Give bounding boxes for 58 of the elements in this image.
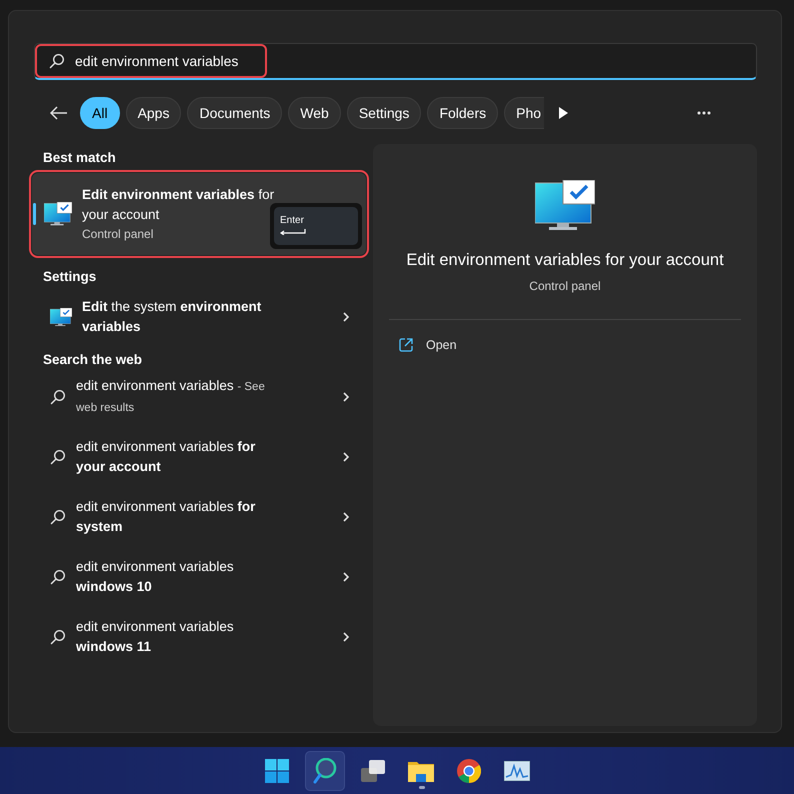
web-result[interactable]: edit environment variables windows 10 (34, 547, 364, 607)
open-action[interactable]: Open (399, 334, 457, 356)
open-external-icon (399, 338, 413, 352)
chevron-right-icon (342, 511, 350, 523)
play-icon[interactable] (558, 107, 568, 119)
more-icon[interactable] (697, 111, 711, 115)
windows-logo-icon (265, 758, 289, 782)
search-input[interactable]: edit environment variables (75, 53, 756, 69)
overlapping-windows-icon (361, 760, 385, 782)
running-indicator (419, 786, 425, 788)
taskbar-button[interactable] (305, 750, 345, 790)
settings-result[interactable]: Edit the system environment variables (34, 292, 364, 342)
search-icon (50, 389, 66, 405)
search-icon (49, 53, 65, 69)
section-heading: Search the web (42, 351, 144, 367)
search-field[interactable]: edit environment variables (34, 43, 757, 80)
performance-graph-icon (504, 760, 530, 780)
section-heading: Settings (42, 268, 98, 286)
result-title: edit environment variables for your account (76, 438, 256, 476)
chevron-right-icon (342, 451, 350, 463)
search-icon (50, 449, 66, 465)
browser-icon (457, 758, 481, 782)
web-result[interactable]: edit environment variables windows 11 (34, 607, 364, 667)
filter-chip[interactable]: Settings (346, 97, 422, 129)
chevron-right-icon (342, 571, 350, 583)
filter-chip[interactable]: Pho (504, 97, 544, 129)
result-title: edit environment variables windows 10 (76, 558, 235, 596)
filter-chip[interactable]: All (80, 97, 120, 129)
return-arrow-icon (280, 229, 306, 235)
search-icon (50, 569, 66, 585)
selection-accent (33, 203, 36, 225)
search-icon (313, 758, 337, 784)
preview-subtitle: Control panel (529, 279, 601, 293)
key-label: Enter (280, 215, 304, 226)
search-icon (50, 629, 66, 645)
chevron-right-icon (342, 391, 350, 403)
filter-chip[interactable]: Documents (187, 97, 282, 129)
filter-chip[interactable]: Folders (427, 97, 498, 129)
filter-chip[interactable]: Apps (126, 97, 182, 129)
web-result[interactable]: edit environment variables for system (34, 487, 364, 547)
result-title: Edit environment variables for your account (82, 186, 276, 224)
chevron-right-icon (342, 311, 350, 323)
result-title: edit environment variables - See web results (76, 377, 266, 416)
folder-icon (408, 760, 434, 782)
result-title: edit environment variables windows 11 (76, 618, 235, 656)
chevron-right-icon (342, 631, 350, 643)
search-icon (50, 509, 66, 525)
preview-title: Edit environment variables for your account (406, 251, 724, 270)
result-title: Edit the system environment variables (82, 298, 262, 336)
monitor-check-icon (535, 180, 595, 231)
monitor-check-icon (50, 308, 72, 326)
result-subtitle: Control panel (82, 226, 154, 243)
web-result[interactable]: edit environment variables - See web results (34, 367, 364, 427)
section-heading: Best match (42, 149, 117, 167)
monitor-check-icon (44, 202, 72, 226)
filter-chip[interactable]: Web (288, 97, 341, 129)
result-title: edit environment variables for system (76, 498, 256, 536)
web-result[interactable]: edit environment variables for your account (34, 427, 364, 487)
